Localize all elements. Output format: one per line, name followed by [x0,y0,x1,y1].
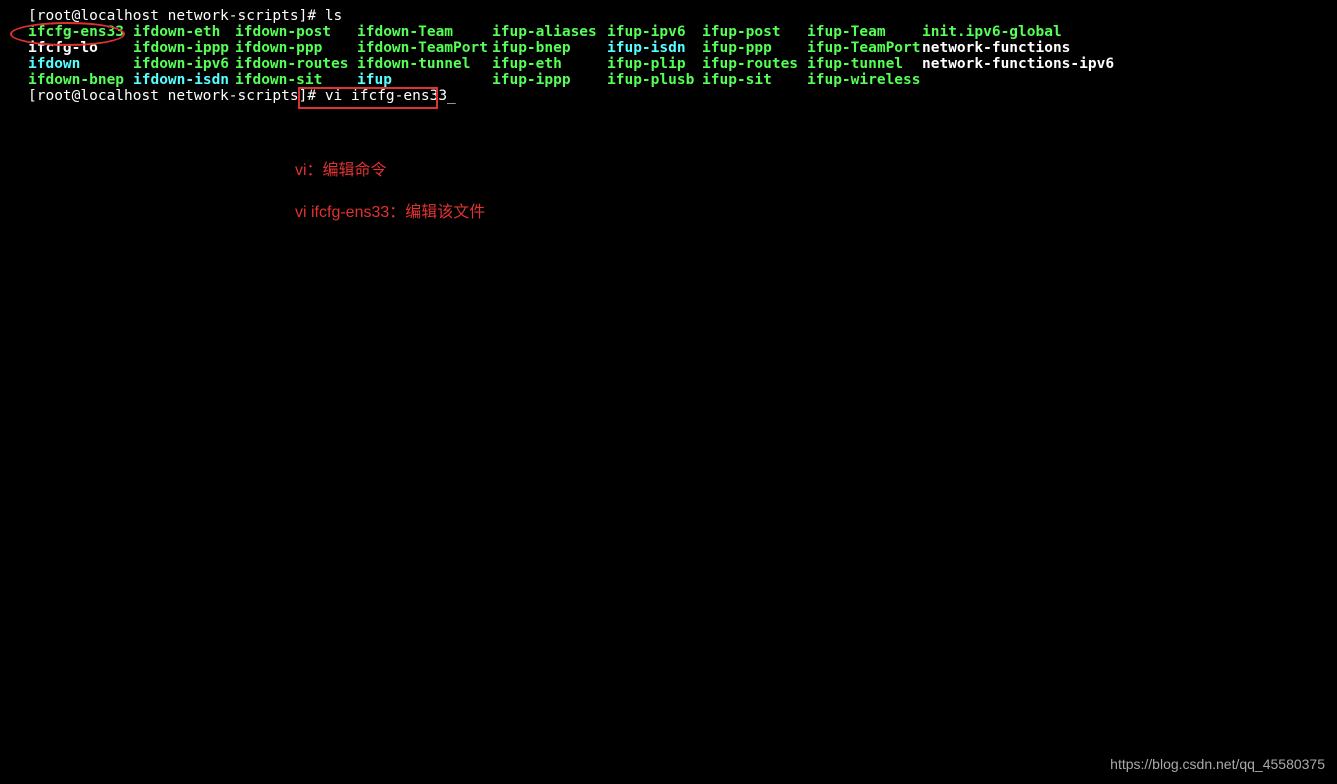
prompt-line-1: [root@localhost network-scripts]# ls [28,8,1337,24]
file-entry: init.ipv6-global [922,24,1122,40]
file-entry: ifdown-eth [133,24,235,40]
file-entry: ifup-eth [492,56,607,72]
file-entry: ifcfg-ens33 [28,24,133,40]
annotation-vi-file: vi ifcfg-ens33：编辑该文件 [295,205,485,221]
file-entry: ifup [357,72,492,88]
file-entry: ifup-bnep [492,40,607,56]
shell-prompt: [root@localhost network-scripts]# [28,8,316,24]
file-entry: ifup-ipv6 [607,24,702,40]
file-entry: ifup-ippp [492,72,607,88]
terminal-window[interactable]: [root@localhost network-scripts]# ls ifc… [0,0,1337,104]
file-entry: ifup-ppp [702,40,807,56]
listing-row: ifdown-bnepifdown-isdnifdown-sitifupifup… [28,72,1337,88]
file-entry: ifdown-post [235,24,357,40]
file-entry: ifup-sit [702,72,807,88]
file-entry: ifup-isdn [607,40,702,56]
annotation-vi-meaning: vi：编辑命令 [295,163,387,179]
file-entry: ifup-plusb [607,72,702,88]
ls-output: ifcfg-ens33ifdown-ethifdown-postifdown-T… [28,24,1337,88]
file-entry: ifup-plip [607,56,702,72]
file-entry: ifup-routes [702,56,807,72]
cursor: _ [447,88,456,104]
listing-row: ifcfg-ens33ifdown-ethifdown-postifdown-T… [28,24,1337,40]
file-entry: ifdown-routes [235,56,357,72]
listing-row: ifdownifdown-ipv6ifdown-routesifdown-tun… [28,56,1337,72]
file-entry: ifdown-sit [235,72,357,88]
shell-prompt: [root@localhost network-scripts]# [28,88,316,104]
file-entry: network-functions-ipv6 [922,56,1122,72]
command-text: ls [325,8,342,24]
file-entry: ifdown-tunnel [357,56,492,72]
file-entry: ifcfg-lo [28,40,133,56]
file-entry: ifdown-bnep [28,72,133,88]
file-entry [922,72,1122,88]
file-entry: ifdown-isdn [133,72,235,88]
file-entry: ifdown-TeamPort [357,40,492,56]
watermark: https://blog.csdn.net/qq_45580375 [1110,756,1325,772]
file-entry: network-functions [922,40,1122,56]
file-entry: ifup-post [702,24,807,40]
file-entry: ifup-wireless [807,72,922,88]
file-entry: ifup-aliases [492,24,607,40]
file-entry: ifdown-ippp [133,40,235,56]
file-entry: ifup-Team [807,24,922,40]
command-text: vi ifcfg-ens33 [325,88,447,104]
file-entry: ifdown-ipv6 [133,56,235,72]
file-entry: ifdown [28,56,133,72]
file-entry: ifdown-Team [357,24,492,40]
file-entry: ifdown-ppp [235,40,357,56]
file-entry: ifup-tunnel [807,56,922,72]
listing-row: ifcfg-loifdown-ipppifdown-pppifdown-Team… [28,40,1337,56]
file-entry: ifup-TeamPort [807,40,922,56]
prompt-line-2: [root@localhost network-scripts]# vi ifc… [28,88,1337,104]
